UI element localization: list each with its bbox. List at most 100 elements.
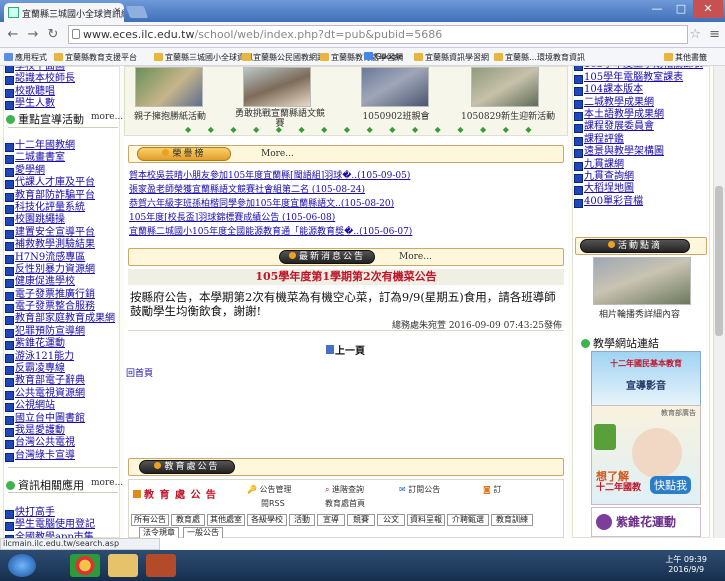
edu-tab[interactable]: 所有公告 <box>131 514 169 526</box>
promo-item-link[interactable]: 十二年國教網 <box>15 140 75 151</box>
promo-item-link[interactable]: 愛學網 <box>15 165 45 176</box>
close-window-icon[interactable]: ✕ <box>693 0 723 18</box>
promo-item-link[interactable]: 建置安全宣導平台 <box>15 227 95 238</box>
promo-item-link[interactable]: 電子發票推廣行銷 <box>15 289 95 300</box>
edu-home-link[interactable]: 教育處首頁 <box>325 498 365 509</box>
promo-item[interactable]: 健康促進學校 <box>4 276 115 289</box>
bookmark-star-icon[interactable]: ☆ <box>689 27 701 42</box>
promo-item[interactable]: 犯罪預防宣導網 <box>4 326 115 339</box>
promo-item[interactable]: 二城畫書室 <box>4 152 115 165</box>
edu-tab[interactable]: 競賽 <box>347 514 375 526</box>
teaching-item-link[interactable]: 400單彩音檔 <box>584 196 643 207</box>
promo-item[interactable]: H7N9流感專區 <box>4 252 115 264</box>
promo-item[interactable]: 十二年國教網 <box>4 140 115 153</box>
promo-item-link[interactable]: 台灣公共電視 <box>15 437 75 448</box>
teaching-item[interactable]: 九貫查詢網 <box>573 171 709 184</box>
edu-tab[interactable]: 活動 <box>289 514 315 526</box>
start-button[interactable] <box>8 554 36 577</box>
subscribe-link[interactable]: ✉ 訂閱公告 <box>399 484 440 495</box>
photo-thumbnail[interactable] <box>361 67 429 107</box>
promo-item[interactable]: 教育部家庭教育成果網 <box>4 313 115 326</box>
advanced-search-link[interactable]: ⌕ 進階查詢 <box>325 484 364 495</box>
maximize-icon[interactable]: □ <box>669 0 693 18</box>
promo-more-link[interactable]: more... <box>91 112 123 122</box>
edu-tab[interactable]: 法令規章 <box>139 527 179 538</box>
bookmark-item[interactable]: 宜蘭縣…環境教育資訊 <box>494 52 585 63</box>
teaching-item[interactable]: 本土語教學成果網 <box>573 109 709 122</box>
honor-item[interactable]: 105年度[校長盃]羽球錦標賽成績公告 (105-06-08) <box>129 210 335 223</box>
honor-item[interactable]: 恭賀六年級李班孫柏楷同學參加105年度宜蘭縣語文..(105-08-20) <box>129 196 394 209</box>
url-input[interactable]: www.eces.ilc.edu.tw/school/web/index.php… <box>68 25 688 44</box>
school-info-item-link[interactable]: 學生人數 <box>15 98 55 109</box>
app-taskbar-icon[interactable] <box>146 554 176 577</box>
promo-item[interactable]: 校園跳繩操 <box>4 214 115 227</box>
honor-item[interactable]: 張家盈老師榮獲宜蘭縣語文競賽社會組第二名 (105-08-24) <box>129 182 365 195</box>
promo-item-link[interactable]: 補救教學測驗結果 <box>15 239 95 250</box>
explorer-taskbar-icon[interactable] <box>108 554 138 577</box>
promo-item-link[interactable]: 紫錐花運動 <box>15 338 65 349</box>
teaching-item[interactable]: 大稻埕地圖 <box>573 183 709 196</box>
minimize-icon[interactable]: — <box>645 0 669 18</box>
school-info-item-link[interactable]: 學校平面圖 <box>15 66 65 72</box>
photo-thumbnail[interactable] <box>471 67 539 107</box>
school-info-item-link[interactable]: 校歌聽唱 <box>15 86 55 97</box>
prev-page-link[interactable]: 上一頁 <box>326 342 365 357</box>
promo-item-link[interactable]: 科技化評量系統 <box>15 202 85 213</box>
news-more-link[interactable]: More... <box>399 252 432 262</box>
browser-tab[interactable]: 宜蘭縣三城國小全球資訊網 × <box>4 3 124 22</box>
school-info-item[interactable]: 學生人數 <box>4 98 119 111</box>
edu-tab[interactable]: 介聘甄選 <box>447 514 489 526</box>
promo-item[interactable]: 國立台中圖書館 <box>4 413 115 425</box>
teaching-item-link[interactable]: 104課本版本 <box>584 84 643 95</box>
teaching-item-link[interactable]: 九貫查詢網 <box>584 171 634 182</box>
school-info-item[interactable]: 認識本校師長 <box>4 73 119 86</box>
teaching-item[interactable]: 遠景與教學架構圖 <box>573 146 709 159</box>
promo-item[interactable]: 公視網站 <box>4 400 115 413</box>
teaching-item-link[interactable]: 105學年電腦教室課表 <box>584 72 683 83</box>
promo-item[interactable]: 建置安全宣導平台 <box>4 227 115 240</box>
teaching-item[interactable]: 二城教學成果網 <box>573 97 709 109</box>
teaching-item[interactable]: 104課本版本 <box>573 84 709 97</box>
other-bookmarks[interactable]: 其他書籤 <box>664 52 707 63</box>
rss-link[interactable]: 閱RSS <box>261 498 285 509</box>
admin-link[interactable]: 🔑 公告管理 <box>247 484 292 495</box>
scrollbar-thumb[interactable] <box>715 186 723 336</box>
promo-item-link[interactable]: H7N9流感專區 <box>15 252 85 263</box>
chrome-taskbar-icon[interactable] <box>70 554 100 577</box>
teaching-item[interactable]: 九貫課網 <box>573 159 709 171</box>
edu-tab[interactable]: 教育訓練 <box>491 514 533 526</box>
teaching-item[interactable]: 課程評鑑 <box>573 134 709 147</box>
promo-item-link[interactable]: 代課人才庫及平台 <box>15 177 95 188</box>
promo-item-link[interactable]: 教育部家庭教育成果網 <box>15 313 115 324</box>
reload-icon[interactable]: ↻ <box>44 26 62 44</box>
honor-more-link[interactable]: More... <box>261 149 294 159</box>
edu-tab[interactable]: 教育處 <box>171 514 205 526</box>
promo-item[interactable]: 公共電視資源網 <box>4 388 115 401</box>
teaching-item-link[interactable]: 大稻埕地圖 <box>584 183 634 194</box>
promo-item-link[interactable]: 校園跳繩操 <box>15 214 65 225</box>
bookmark-item[interactable]: 宜蘭縣三城國小全球資訊 <box>154 52 253 63</box>
edu-tab[interactable]: 一般公告 <box>183 527 223 538</box>
promo-item-link[interactable]: 教育部防詐騙平台 <box>15 190 95 201</box>
it-item-link[interactable]: 學生電腦使用登記 <box>15 519 95 530</box>
bookmark-item[interactable]: Google <box>364 52 403 61</box>
bookmark-item[interactable]: 宜蘭縣公民國教網路 <box>242 52 325 63</box>
promo-item[interactable]: 游泳121能力 <box>4 351 115 364</box>
promo-item[interactable]: 教育部電子辭典 <box>4 375 115 388</box>
promo-item-link[interactable]: 教育部電子辭典 <box>15 375 85 386</box>
edu-tab[interactable]: 宣導 <box>317 514 345 526</box>
ad-12year-click[interactable]: 教育部廣告 想了解 十二年國教 快點我 <box>591 405 701 505</box>
promo-item-link[interactable]: 反性別暴力資源網 <box>15 264 95 275</box>
promo-item-link[interactable]: 二城畫書室 <box>15 152 65 163</box>
browser-menu-icon[interactable]: ≡ <box>709 27 720 42</box>
promo-item-link[interactable]: 台灣綠卡宣導 <box>15 450 75 461</box>
it-item-link[interactable]: 快打高手 <box>15 507 55 518</box>
photo-thumbnail[interactable] <box>243 67 311 107</box>
teaching-item-link[interactable]: 課程發展委員會 <box>584 121 654 132</box>
edu-tab[interactable]: 資料呈報 <box>407 514 445 526</box>
it-more-link[interactable]: more... <box>91 478 123 488</box>
promo-item[interactable]: 台灣公共電視 <box>4 437 115 450</box>
promo-item-link[interactable]: 公視網站 <box>15 400 55 411</box>
teaching-item[interactable]: 105學年電腦教室課表 <box>573 72 709 85</box>
edu-tab[interactable]: 各級學校 <box>247 514 287 526</box>
